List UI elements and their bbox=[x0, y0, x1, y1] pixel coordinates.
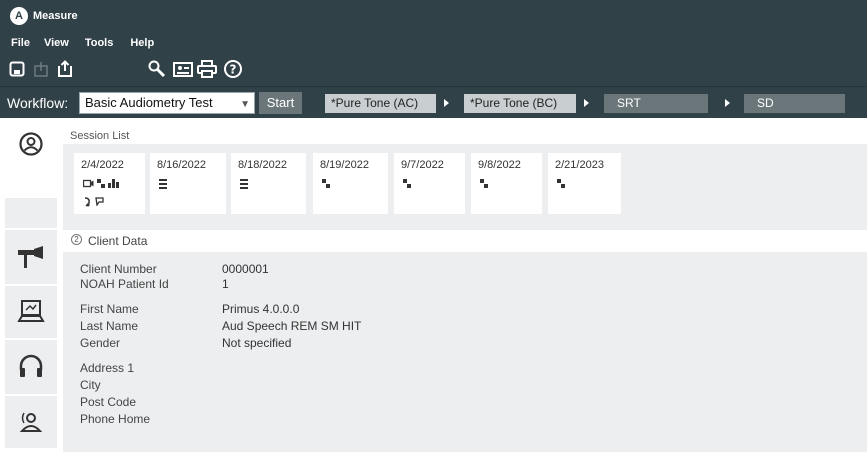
sidebar-item-headphones[interactable] bbox=[5, 340, 57, 394]
field-label: Gender bbox=[80, 336, 121, 350]
menu-tools[interactable]: Tools bbox=[85, 37, 114, 49]
app-title: Measure bbox=[33, 10, 78, 22]
list-icon bbox=[159, 175, 170, 192]
session-card[interactable]: 9/8/2022 bbox=[471, 153, 542, 214]
session-date: 2/21/2023 bbox=[555, 159, 604, 171]
video-icon bbox=[83, 175, 97, 192]
field-label: City bbox=[80, 378, 101, 392]
step-sd[interactable]: SD bbox=[744, 94, 845, 113]
session-icons bbox=[322, 175, 382, 193]
headphones-icon bbox=[19, 354, 43, 377]
sidebar-item-hearing-aid[interactable] bbox=[5, 230, 57, 284]
session-card[interactable]: 8/16/2022 bbox=[150, 153, 226, 214]
export-icon[interactable] bbox=[54, 58, 76, 80]
start-button[interactable]: Start bbox=[259, 92, 302, 114]
audiogram-icon bbox=[557, 175, 568, 192]
session-card[interactable]: 8/18/2022 bbox=[231, 153, 306, 214]
sidebar bbox=[0, 118, 57, 452]
session-icons bbox=[403, 175, 463, 193]
computer-icon bbox=[17, 300, 45, 322]
toolbar: ? bbox=[0, 58, 867, 84]
session-icons bbox=[83, 175, 143, 211]
field-label: Address 1 bbox=[80, 361, 135, 375]
session-card[interactable]: 2/21/2023 bbox=[548, 153, 621, 214]
print-icon[interactable] bbox=[196, 58, 218, 80]
field-label: Post Code bbox=[80, 395, 137, 409]
session-icons bbox=[159, 175, 219, 193]
session-list: 2/4/2022 8/16/2022 8/18/2022 8/19/2022 9/7/2… bbox=[63, 144, 867, 244]
field-label: NOAH Patient Id bbox=[80, 277, 169, 291]
sidebar-item-computer[interactable] bbox=[5, 286, 57, 338]
session-date: 8/19/2022 bbox=[320, 159, 369, 171]
step-srt[interactable]: SRT bbox=[604, 94, 708, 113]
workflow-select[interactable]: Basic Audiometry Test ▼ bbox=[79, 92, 255, 114]
session-header: Session List bbox=[63, 118, 867, 144]
field-label: Last Name bbox=[80, 319, 139, 333]
step-pure-tone-bc[interactable]: *Pure Tone (BC) bbox=[464, 94, 576, 113]
field-value: 1 bbox=[222, 277, 229, 291]
step-pure-tone-ac[interactable]: *Pure Tone (AC) bbox=[325, 94, 436, 113]
sidebar-item-client[interactable] bbox=[5, 124, 57, 164]
bars-icon bbox=[108, 175, 122, 192]
workflow-label: Workflow: bbox=[7, 95, 69, 111]
app-logo: A bbox=[10, 7, 28, 25]
audiogram-icon bbox=[480, 175, 491, 192]
list-icon bbox=[240, 175, 251, 192]
audiogram-icon bbox=[97, 175, 108, 192]
import-icon[interactable] bbox=[30, 58, 52, 80]
collapse-icon[interactable]: 2 bbox=[71, 234, 82, 245]
svg-text:?: ? bbox=[230, 63, 237, 77]
audiogram-icon bbox=[403, 175, 414, 192]
session-date: 8/18/2022 bbox=[238, 159, 287, 171]
header: A Measure File View Tools Help ? bbox=[0, 0, 867, 86]
hearing-aid-icon bbox=[18, 246, 43, 268]
client-data-title: Client Data bbox=[88, 234, 148, 248]
arrow-right-icon bbox=[444, 99, 449, 107]
menu-view[interactable]: View bbox=[44, 37, 69, 49]
help-icon[interactable]: ? bbox=[222, 58, 244, 80]
session-date: 8/16/2022 bbox=[157, 159, 206, 171]
card-icon[interactable] bbox=[172, 58, 194, 80]
app-window: A Measure File View Tools Help ? Workflo… bbox=[0, 0, 867, 452]
main-panel: Session List 2/4/2022 8/16/2022 8/18/2022 8… bbox=[63, 118, 867, 452]
audiogram-icon bbox=[322, 175, 333, 192]
client-icon bbox=[19, 132, 43, 156]
workflow-selected-value: Basic Audiometry Test bbox=[85, 95, 213, 110]
session-icons bbox=[240, 175, 300, 193]
field-value: Aud Speech REM SM HIT bbox=[222, 319, 362, 333]
title-bar: A Measure bbox=[0, 0, 867, 32]
session-list-title: Session List bbox=[70, 130, 130, 142]
session-card[interactable]: 2/4/2022 bbox=[74, 153, 145, 214]
field-label: First Name bbox=[80, 302, 139, 316]
session-icons bbox=[480, 175, 540, 193]
wrench-icon[interactable] bbox=[146, 58, 168, 80]
sidebar-spacer bbox=[5, 198, 57, 228]
counseling-icon bbox=[19, 412, 43, 432]
session-date: 2/4/2022 bbox=[81, 159, 124, 171]
workflow-bar: Workflow: Basic Audiometry Test ▼ Start … bbox=[0, 86, 867, 118]
sidebar-item-counseling[interactable] bbox=[5, 396, 57, 448]
field-value: Primus 4.0.0.0 bbox=[222, 302, 300, 316]
menu-help[interactable]: Help bbox=[130, 37, 154, 49]
ear-icon bbox=[83, 193, 95, 210]
menu-bar: File View Tools Help bbox=[0, 34, 154, 52]
save-icon[interactable] bbox=[6, 58, 28, 80]
client-data-header[interactable]: 2 Client Data bbox=[63, 230, 867, 252]
session-card[interactable]: 9/7/2022 bbox=[394, 153, 465, 214]
session-date: 9/8/2022 bbox=[478, 159, 521, 171]
field-label: Phone Home bbox=[80, 412, 151, 426]
chevron-down-icon: ▼ bbox=[240, 99, 250, 110]
client-data-panel: Client Number 0000001 NOAH Patient Id 1 Firs… bbox=[63, 252, 867, 452]
session-date: 9/7/2022 bbox=[401, 159, 444, 171]
arrow-right-icon bbox=[584, 99, 589, 107]
arrow-right-icon bbox=[725, 99, 730, 107]
session-icons bbox=[557, 175, 617, 193]
field-label: Client Number bbox=[80, 262, 157, 276]
menu-file[interactable]: File bbox=[11, 37, 30, 49]
field-value: Not specified bbox=[222, 336, 292, 350]
speech-icon bbox=[95, 193, 107, 210]
session-card[interactable]: 8/19/2022 bbox=[313, 153, 388, 214]
field-value: 0000001 bbox=[222, 262, 269, 276]
